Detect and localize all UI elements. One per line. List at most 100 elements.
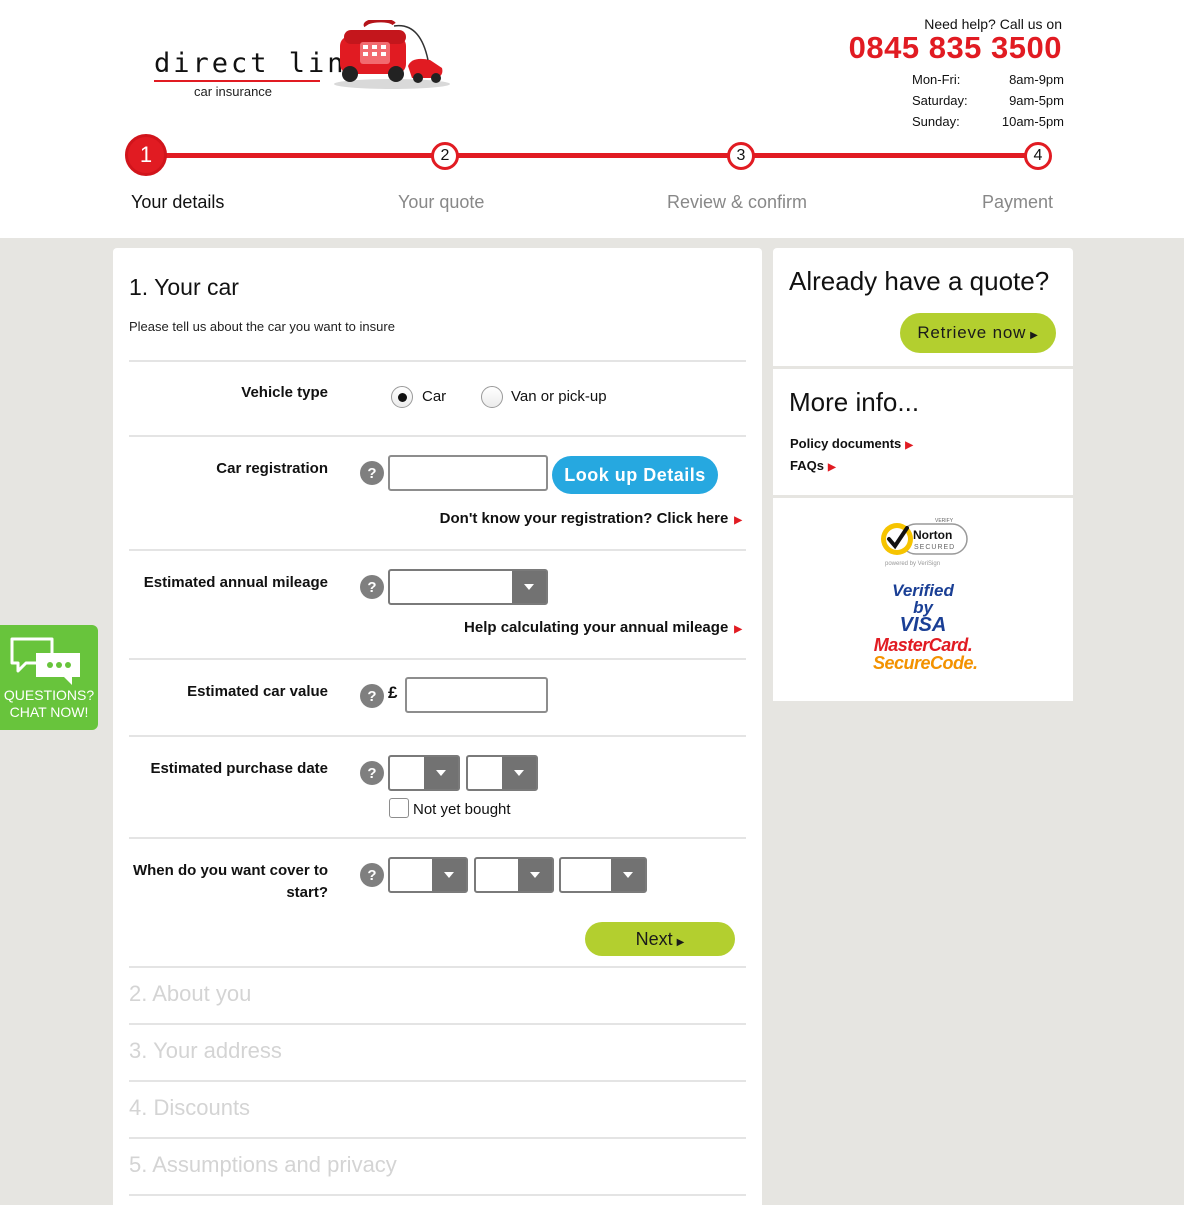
mastercard-bottom-text: SecureCode.	[873, 653, 978, 673]
help-icon[interactable]: ?	[360, 761, 384, 785]
faqs-label[interactable]: FAQs	[790, 458, 824, 473]
policy-documents-label[interactable]: Policy documents	[790, 436, 901, 451]
cover-start-month-select[interactable]	[474, 857, 554, 893]
progress-track	[148, 153, 1040, 158]
car-value-label: Estimated car value	[187, 683, 328, 700]
norton-verify-text: VERIFY	[935, 518, 954, 524]
chat-now-text: QUESTIONS? CHAT NOW!	[0, 687, 98, 721]
vehicle-type-van-label[interactable]: Van or pick-up	[511, 388, 607, 405]
mastercard-securecode-badge: MasterCard. SecureCode.	[873, 635, 978, 673]
already-have-quote-title: Already have a quote?	[789, 266, 1050, 296]
cover-start-label-line2: start?	[286, 884, 328, 901]
verified-by-visa-badge: Verified by VISA	[883, 581, 963, 635]
chevron-right-icon: ▶	[734, 515, 742, 526]
hours-day: Saturday:	[912, 93, 968, 108]
purchase-date-label: Estimated purchase date	[150, 760, 328, 777]
chevron-right-icon: ▶	[734, 624, 742, 635]
annual-mileage-label: Estimated annual mileage	[143, 574, 328, 591]
step-2-indicator: 2	[431, 142, 459, 170]
chevron-right-icon: ▶	[905, 440, 913, 451]
section-about-you[interactable]: 2. About you	[129, 981, 251, 1007]
section-discounts[interactable]: 4. Discounts	[129, 1095, 250, 1121]
vehicle-type-car-label[interactable]: Car	[422, 388, 446, 405]
norton-secured-badge: VERIFY Norton SECURED powered by VeriSig…	[881, 518, 968, 567]
chevron-down-icon	[502, 757, 536, 789]
chevron-down-icon	[518, 859, 552, 891]
chat-line-1: QUESTIONS?	[3, 687, 95, 703]
section-title: 1. Your car	[129, 274, 239, 300]
retrieve-quote-card: Already have a quote? Retrieve now ▶	[773, 248, 1073, 366]
section-assumptions-privacy[interactable]: 5. Assumptions and privacy	[129, 1152, 397, 1178]
direct-line-logo[interactable]: direct line car insurance	[154, 20, 454, 110]
faqs-link[interactable]: FAQs ▶	[790, 458, 836, 473]
chat-bubbles-icon	[10, 637, 80, 685]
visa-top-text: Verified by	[892, 581, 954, 617]
next-button[interactable]: Next ▶	[585, 922, 735, 956]
more-info-card: More info... Policy documents ▶ FAQs ▶	[773, 369, 1073, 495]
help-icon[interactable]: ?	[360, 684, 384, 708]
divider	[129, 1080, 746, 1082]
chevron-right-icon: ▶	[1030, 330, 1039, 341]
opening-hours: Mon-Fri: 8am-9pm Saturday: 9am-5pm Sunda…	[912, 72, 1064, 135]
cover-start-label-line1: When do you want cover to	[132, 862, 328, 879]
step-3-indicator: 3	[727, 142, 755, 170]
mileage-help-link-text[interactable]: Help calculating your annual mileage	[464, 619, 728, 636]
retrieve-now-label: Retrieve now	[917, 323, 1027, 342]
currency-symbol: £	[388, 683, 398, 702]
section-subtitle: Please tell us about the car you want to…	[129, 319, 395, 334]
purchase-month-select[interactable]	[388, 755, 460, 791]
security-badges-card: VERIFY Norton SECURED powered by VeriSig…	[773, 498, 1073, 701]
hours-time: 9am-5pm	[1009, 93, 1064, 108]
divider	[129, 549, 746, 551]
cover-start-day-select[interactable]	[388, 857, 468, 893]
divider	[129, 1194, 746, 1196]
help-icon[interactable]: ?	[360, 863, 384, 887]
help-phone-number[interactable]: 0845 835 3500	[849, 32, 1062, 64]
policy-documents-link[interactable]: Policy documents ▶	[790, 436, 913, 451]
purchase-year-select[interactable]	[466, 755, 538, 791]
logo-underline	[154, 80, 320, 82]
hours-day: Sunday:	[912, 114, 960, 129]
quote-form-panel: 1. Your car Please tell us about the car…	[113, 248, 762, 1205]
cover-start-year-select[interactable]	[559, 857, 647, 893]
car-registration-label: Car registration	[216, 460, 328, 477]
not-yet-bought-checkbox[interactable]	[389, 798, 409, 818]
norton-brand-text: Norton	[913, 528, 952, 542]
norton-secured-text: SECURED	[914, 544, 955, 551]
step-1-label: Your details	[131, 192, 225, 212]
vehicle-type-label: Vehicle type	[241, 384, 328, 401]
mileage-help-link[interactable]: Help calculating your annual mileage ▶	[464, 619, 742, 636]
norton-powered-text: powered by VeriSign	[885, 561, 940, 567]
chat-now-widget[interactable]: QUESTIONS? CHAT NOW!	[0, 625, 98, 730]
look-up-details-button[interactable]: Look up Details	[552, 456, 718, 494]
vehicle-type-car-radio[interactable]	[391, 386, 413, 408]
divider	[129, 360, 746, 362]
divider	[129, 966, 746, 968]
chevron-right-icon: ▶	[827, 462, 836, 473]
divider	[129, 1137, 746, 1139]
car-registration-input[interactable]	[388, 455, 548, 491]
header: direct line car insurance Need help? Cal…	[0, 0, 1184, 238]
more-info-title: More info...	[789, 387, 920, 417]
chevron-down-icon	[432, 859, 466, 891]
step-4-label: Payment	[982, 192, 1054, 212]
car-value-input[interactable]	[405, 677, 548, 713]
annual-mileage-select[interactable]	[388, 569, 548, 605]
hours-time: 8am-9pm	[1009, 72, 1064, 87]
hours-row: Saturday: 9am-5pm	[912, 93, 1064, 114]
chevron-down-icon	[512, 571, 546, 603]
next-button-label: Next	[635, 928, 673, 949]
help-icon[interactable]: ?	[360, 461, 384, 485]
section-your-address[interactable]: 3. Your address	[129, 1038, 282, 1064]
divider	[129, 837, 746, 839]
vehicle-type-van-radio[interactable]	[481, 386, 503, 408]
help-icon[interactable]: ?	[360, 575, 384, 599]
step-1-indicator: 1	[125, 134, 167, 176]
registration-help-link-text[interactable]: Don't know your registration? Click here	[440, 510, 729, 527]
registration-help-link[interactable]: Don't know your registration? Click here…	[440, 510, 742, 527]
mastercard-top-text: MasterCard.	[873, 635, 973, 655]
hours-time: 10am-5pm	[1001, 114, 1064, 129]
retrieve-now-button[interactable]: Retrieve now ▶	[900, 313, 1056, 353]
not-yet-bought-label[interactable]: Not yet bought	[413, 801, 511, 818]
chevron-down-icon	[424, 757, 458, 789]
